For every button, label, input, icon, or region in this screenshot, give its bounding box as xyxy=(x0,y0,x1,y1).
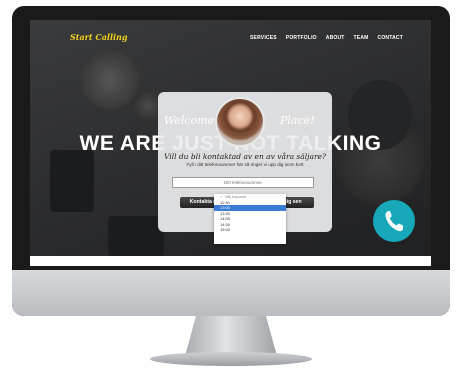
dropdown-option[interactable]: 15:00 xyxy=(214,227,286,233)
nav-links: SERVICES PORTFOLIO ABOUT TEAM CONTACT xyxy=(250,35,403,41)
nav-link-services[interactable]: SERVICES xyxy=(250,35,277,41)
monitor-chin xyxy=(12,270,450,316)
monitor-stand-base xyxy=(150,352,312,366)
popup-welcome-text-right: Place! xyxy=(280,114,315,127)
monitor-mockup: Start Calling SERVICES PORTFOLIO ABOUT T… xyxy=(0,0,459,372)
page-bottom-strip xyxy=(30,256,431,266)
phone-number-input[interactable] xyxy=(172,177,314,188)
agent-avatar xyxy=(215,97,265,147)
nav-link-about[interactable]: ABOUT xyxy=(326,35,345,41)
time-dropdown[interactable]: ✓ Välj tidpunkt 11:30 13:00 13:30 14:00 … xyxy=(214,194,286,244)
popup-question: Vill du bli kontaktad av en av våra sälj… xyxy=(163,152,326,161)
nav-link-portfolio[interactable]: PORTFOLIO xyxy=(286,35,317,41)
phone-icon xyxy=(385,211,403,232)
nav-link-team[interactable]: TEAM xyxy=(354,35,369,41)
monitor-stand xyxy=(185,316,277,356)
site-logo[interactable]: Start Calling xyxy=(70,32,127,42)
background-notebook xyxy=(50,150,94,212)
call-button[interactable] xyxy=(373,200,415,242)
nav-link-contact[interactable]: CONTACT xyxy=(378,35,403,41)
top-navigation: Start Calling SERVICES PORTFOLIO ABOUT T… xyxy=(30,20,431,54)
background-phone xyxy=(108,216,164,256)
popup-subtext: Fyll i ditt telefonnummer här så ringer … xyxy=(186,162,304,167)
